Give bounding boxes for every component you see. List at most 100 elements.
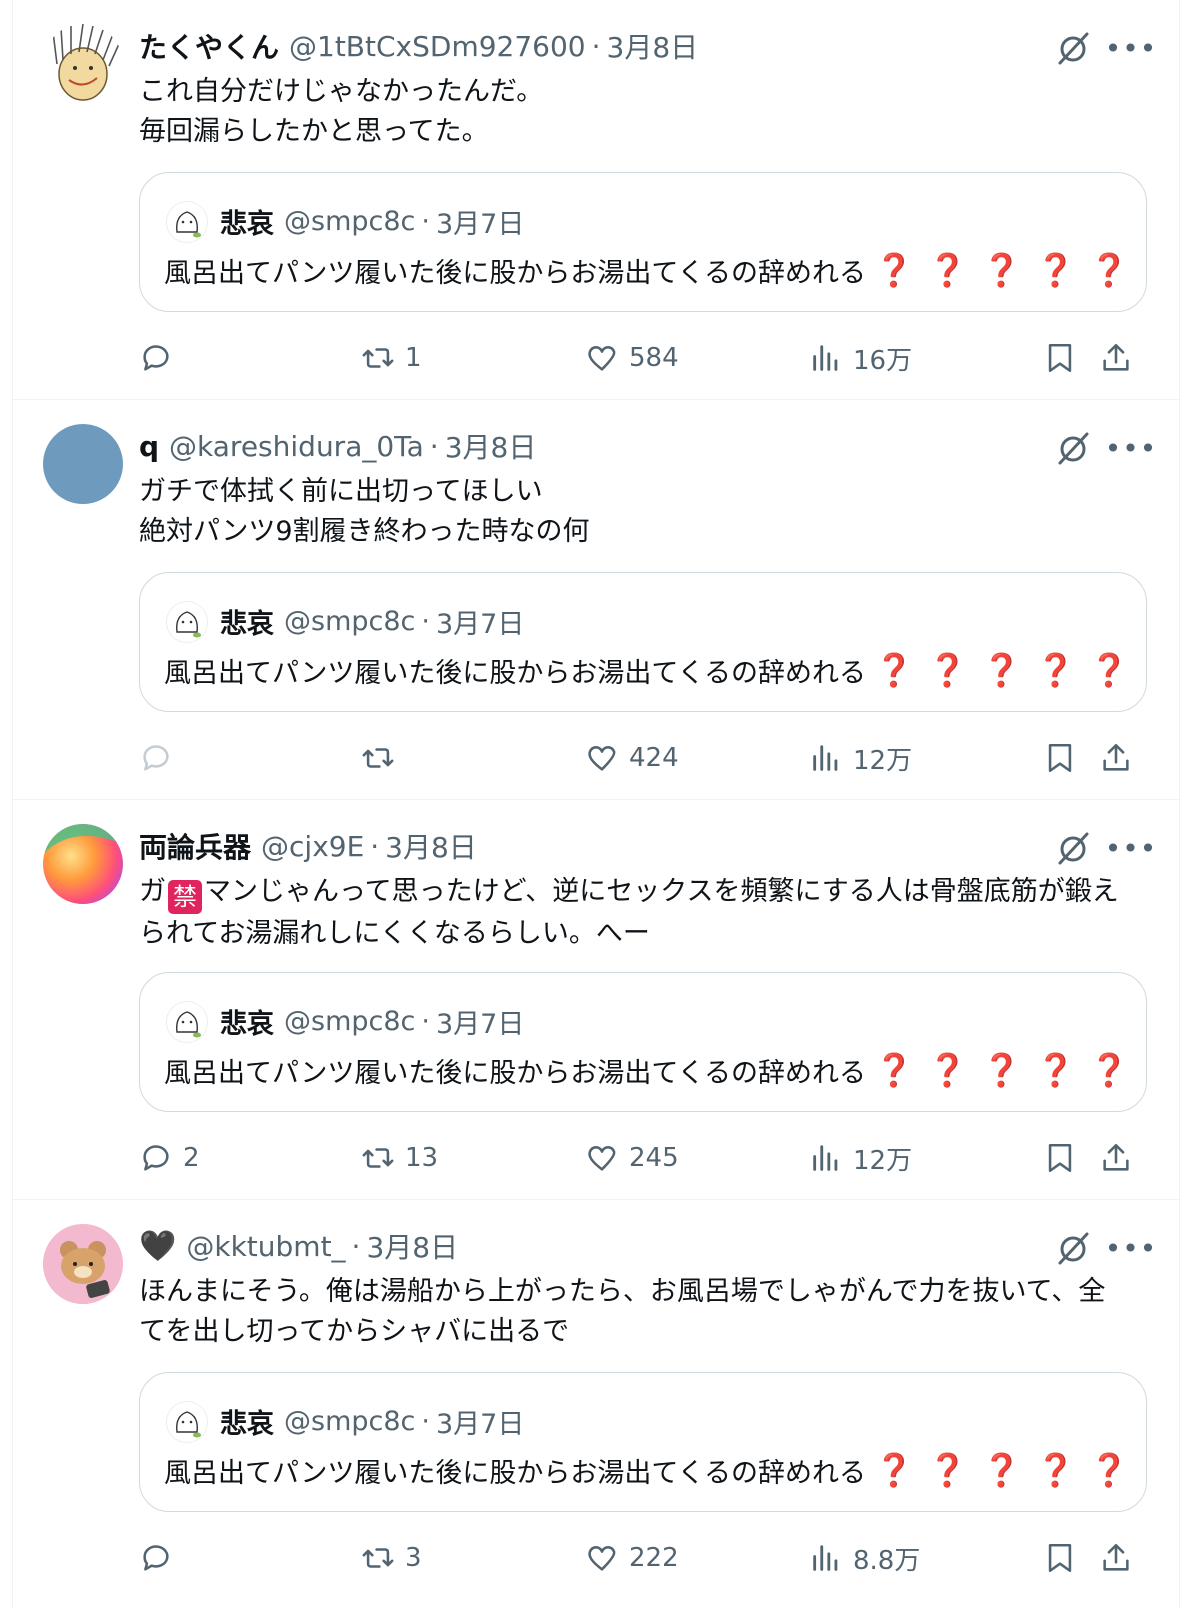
tweet[interactable]: 両論兵器 @cjx9E · 3月8日 ••• ガ禁マンじゃんって思ったけど、逆に… — [13, 800, 1179, 1200]
tweet-text-line: 絶対パンツ9割履き終わった時なの何 — [139, 516, 590, 547]
share-button[interactable] — [1099, 1136, 1133, 1180]
reply-icon — [143, 745, 169, 771]
grok-icon[interactable] — [1053, 428, 1093, 468]
grok-icon[interactable] — [1053, 828, 1093, 868]
quote-date: 3月7日 — [435, 608, 525, 640]
reply-button[interactable] — [139, 1536, 183, 1580]
tweet-text-segment: ガ — [139, 876, 166, 907]
share-button[interactable] — [1099, 336, 1133, 380]
reply-count: 2 — [183, 1143, 200, 1173]
bookmark-button[interactable] — [1043, 336, 1077, 380]
more-options-icon[interactable]: ••• — [1105, 828, 1157, 868]
action-bar: 424 12万 — [139, 736, 1149, 780]
user-handle[interactable]: @1tBtCxSDm927600 — [289, 30, 586, 63]
like-count: 245 — [629, 1143, 679, 1173]
retweet-icon — [362, 348, 394, 368]
view-count: 12万 — [853, 745, 913, 776]
heart-icon — [588, 346, 616, 371]
tweet-date[interactable]: 3月8日 — [445, 426, 537, 466]
retweet-button[interactable]: 13 — [361, 1136, 438, 1180]
bookmark-icon — [1048, 743, 1072, 773]
quoted-tweet[interactable]: 悲哀 @smpc8c · 3月7日 風呂出てパンツ履いた後に股からお湯出てくるの… — [139, 172, 1147, 312]
display-name[interactable]: たくやくん — [139, 26, 279, 66]
bookmark-button[interactable] — [1043, 736, 1077, 780]
avatar[interactable] — [43, 24, 123, 104]
quote-date: 3月7日 — [435, 208, 525, 240]
retweet-button[interactable]: 1 — [361, 336, 422, 380]
tweet-text: これ自分だけじゃなかったんだ。 毎回漏らしたかと思ってた。 — [139, 72, 1149, 152]
grok-icon[interactable] — [1053, 28, 1093, 68]
bookmark-icon — [1048, 1143, 1072, 1173]
quote-text-body: 風呂出てパンツ履いた後に股からお湯出てくるの辞めれる — [164, 1457, 866, 1489]
share-button[interactable] — [1099, 1536, 1133, 1580]
views-button[interactable]: 16万 — [809, 336, 912, 380]
display-name[interactable]: q — [139, 430, 159, 463]
views-button[interactable]: 8.8万 — [809, 1536, 920, 1580]
tweet-header: 🖤 @kktubmt_ · 3月8日 — [139, 1226, 458, 1266]
quote-handle: @smpc8c — [284, 205, 416, 237]
separator-dot: · — [421, 605, 430, 637]
tweet-date[interactable]: 3月8日 — [607, 26, 699, 66]
reply-button[interactable] — [139, 736, 183, 780]
tweet-text-line: ほんまにそう。俺は湯船から上がったら、お風呂場でしゃがんで力を抜いて、全 — [139, 1276, 1106, 1307]
tweet-text-line: ガチで体拭く前に出切ってほしい — [139, 476, 543, 507]
view-count: 16万 — [853, 345, 913, 376]
analytics-icon — [813, 745, 838, 771]
like-button[interactable]: 424 — [585, 736, 679, 780]
quoted-tweet[interactable]: 悲哀 @smpc8c · 3月7日 風呂出てパンツ履いた後に股からお湯出てくるの… — [139, 572, 1147, 712]
tweet-date[interactable]: 3月8日 — [385, 826, 477, 866]
retweet-count: 1 — [405, 343, 422, 373]
action-bar: 3 222 8.8万 — [139, 1536, 1149, 1580]
tweet-date[interactable]: 3月8日 — [366, 1226, 458, 1266]
more-options-icon[interactable]: ••• — [1105, 1228, 1157, 1268]
user-handle[interactable]: @cjx9E — [261, 830, 364, 863]
reply-icon — [143, 345, 169, 371]
more-options-icon[interactable]: ••• — [1105, 28, 1157, 68]
tweet[interactable]: q @kareshidura_0Ta · 3月8日 ••• ガチで体拭く前に出切… — [13, 400, 1179, 800]
tweet[interactable]: 🖤 @kktubmt_ · 3月8日 ••• ほんまにそう。俺は湯船から上がった… — [13, 1200, 1179, 1600]
quoted-tweet[interactable]: 悲哀 @smpc8c · 3月7日 風呂出てパンツ履いた後に股からお湯出てくるの… — [139, 972, 1147, 1112]
quote-date: 3月7日 — [435, 1008, 525, 1040]
grok-icon[interactable] — [1053, 1228, 1093, 1268]
display-name[interactable]: 🖤 — [139, 1229, 176, 1264]
question-mark-emoji: ❓❓❓❓❓ — [874, 651, 1144, 689]
separator-dot: · — [351, 1229, 361, 1263]
bookmark-button[interactable] — [1043, 1136, 1077, 1180]
reply-button[interactable]: 2 — [139, 1136, 200, 1180]
bookmark-button[interactable] — [1043, 1536, 1077, 1580]
like-count: 424 — [629, 743, 679, 773]
heart-icon — [588, 746, 616, 771]
avatar[interactable] — [43, 424, 123, 504]
user-handle[interactable]: @kareshidura_0Ta — [169, 430, 424, 463]
user-handle[interactable]: @kktubmt_ — [186, 1230, 345, 1263]
bookmark-icon — [1048, 1543, 1072, 1573]
tweet[interactable]: たくやくん @1tBtCxSDm927600 · 3月8日 ••• これ自分だけ… — [13, 0, 1179, 400]
quote-text: 風呂出てパンツ履いた後に股からお湯出てくるの辞めれる ❓❓❓❓❓ — [164, 249, 1143, 291]
heart-icon — [588, 1546, 616, 1571]
more-options-icon[interactable]: ••• — [1105, 428, 1157, 468]
retweet-count: 3 — [405, 1543, 422, 1573]
retweet-button[interactable]: 3 — [361, 1536, 422, 1580]
reply-button[interactable] — [139, 336, 183, 380]
display-name[interactable]: 両論兵器 — [139, 826, 251, 866]
retweet-button[interactable] — [361, 736, 405, 780]
tweet-text: ほんまにそう。俺は湯船から上がったら、お風呂場でしゃがんで力を抜いて、全 てを出… — [139, 1272, 1149, 1352]
like-button[interactable]: 245 — [585, 1136, 679, 1180]
prohibited-emoji: 禁 — [168, 880, 202, 914]
avatar[interactable] — [43, 1224, 123, 1304]
separator-dot: · — [421, 1005, 430, 1037]
quote-header: 悲哀 @smpc8c · 3月7日 — [220, 1401, 524, 1441]
quote-avatar — [166, 1001, 208, 1043]
quote-display-name: 悲哀 — [220, 208, 274, 240]
share-button[interactable] — [1099, 736, 1133, 780]
like-button[interactable]: 584 — [585, 336, 679, 380]
views-button[interactable]: 12万 — [809, 1136, 912, 1180]
quoted-tweet[interactable]: 悲哀 @smpc8c · 3月7日 風呂出てパンツ履いた後に股からお湯出てくるの… — [139, 1372, 1147, 1512]
tweet-header: たくやくん @1tBtCxSDm927600 · 3月8日 — [139, 26, 698, 66]
like-count: 222 — [629, 1543, 679, 1573]
separator-dot: · — [421, 1405, 430, 1437]
like-button[interactable]: 222 — [585, 1536, 679, 1580]
avatar[interactable] — [43, 824, 123, 904]
views-button[interactable]: 12万 — [809, 736, 912, 780]
quote-avatar — [166, 601, 208, 643]
